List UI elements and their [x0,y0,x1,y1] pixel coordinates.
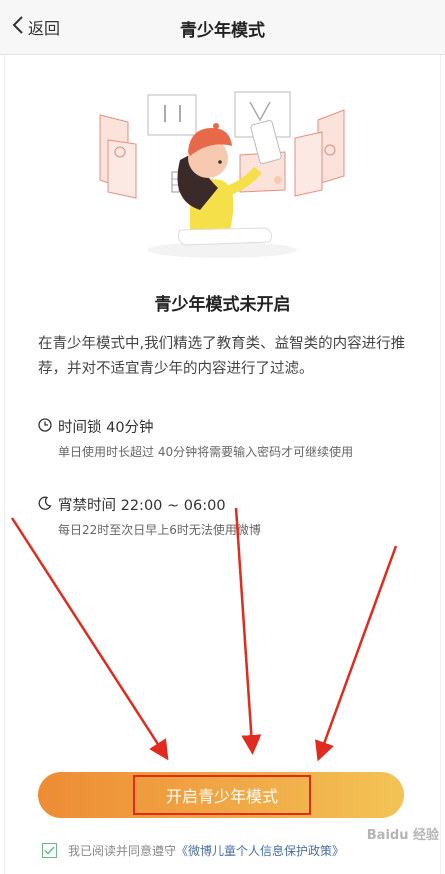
feature-curfew: 宵禁时间 22:00 ~ 06:00 每日22时至次日早上6时无法使用微博 [38,494,368,540]
privacy-policy-link[interactable]: 《微博儿童个人信息保护政策》 [176,842,344,859]
feature-time-lock: 时间锁 40分钟 单日使用时长超过 40分钟将需要输入密码才可继续使用 [38,416,368,462]
mode-description: 在青少年模式中,我们精选了教育类、益智类的内容进行推荐，并对不适宜青少年的内容进… [38,336,406,377]
clock-icon [38,417,58,436]
annotation-highlight-box: 开启青少年模式 [133,775,311,815]
moon-icon [38,496,58,514]
page-title: 青少年模式 [180,21,265,41]
feature-detail: 每日22时至次日早上6时无法使用微博 [58,523,261,537]
watermark: Baidu 经验 [366,828,439,843]
status-title: 青少年模式未开启 [154,295,291,315]
nav-bar: 返回 青少年模式 [0,0,445,55]
agreement-row: 我已阅读并同意遵守 《微博儿童个人信息保护政策》 [42,842,344,859]
enable-teen-mode-label: 开启青少年模式 [165,787,278,806]
agreement-checkbox[interactable] [42,843,57,858]
enable-teen-mode-button[interactable]: 开启青少年模式 [38,772,404,818]
agreement-text: 我已阅读并同意遵守 [68,844,177,858]
feature-title: 时间锁 40分钟 [58,420,154,436]
feature-title: 宵禁时间 22:00 ~ 06:00 [58,498,226,514]
teen-mode-illustration [90,80,355,265]
feature-detail: 单日使用时长超过 40分钟将需要输入密码才可继续使用 [58,445,354,459]
checkmark-icon [44,844,55,858]
